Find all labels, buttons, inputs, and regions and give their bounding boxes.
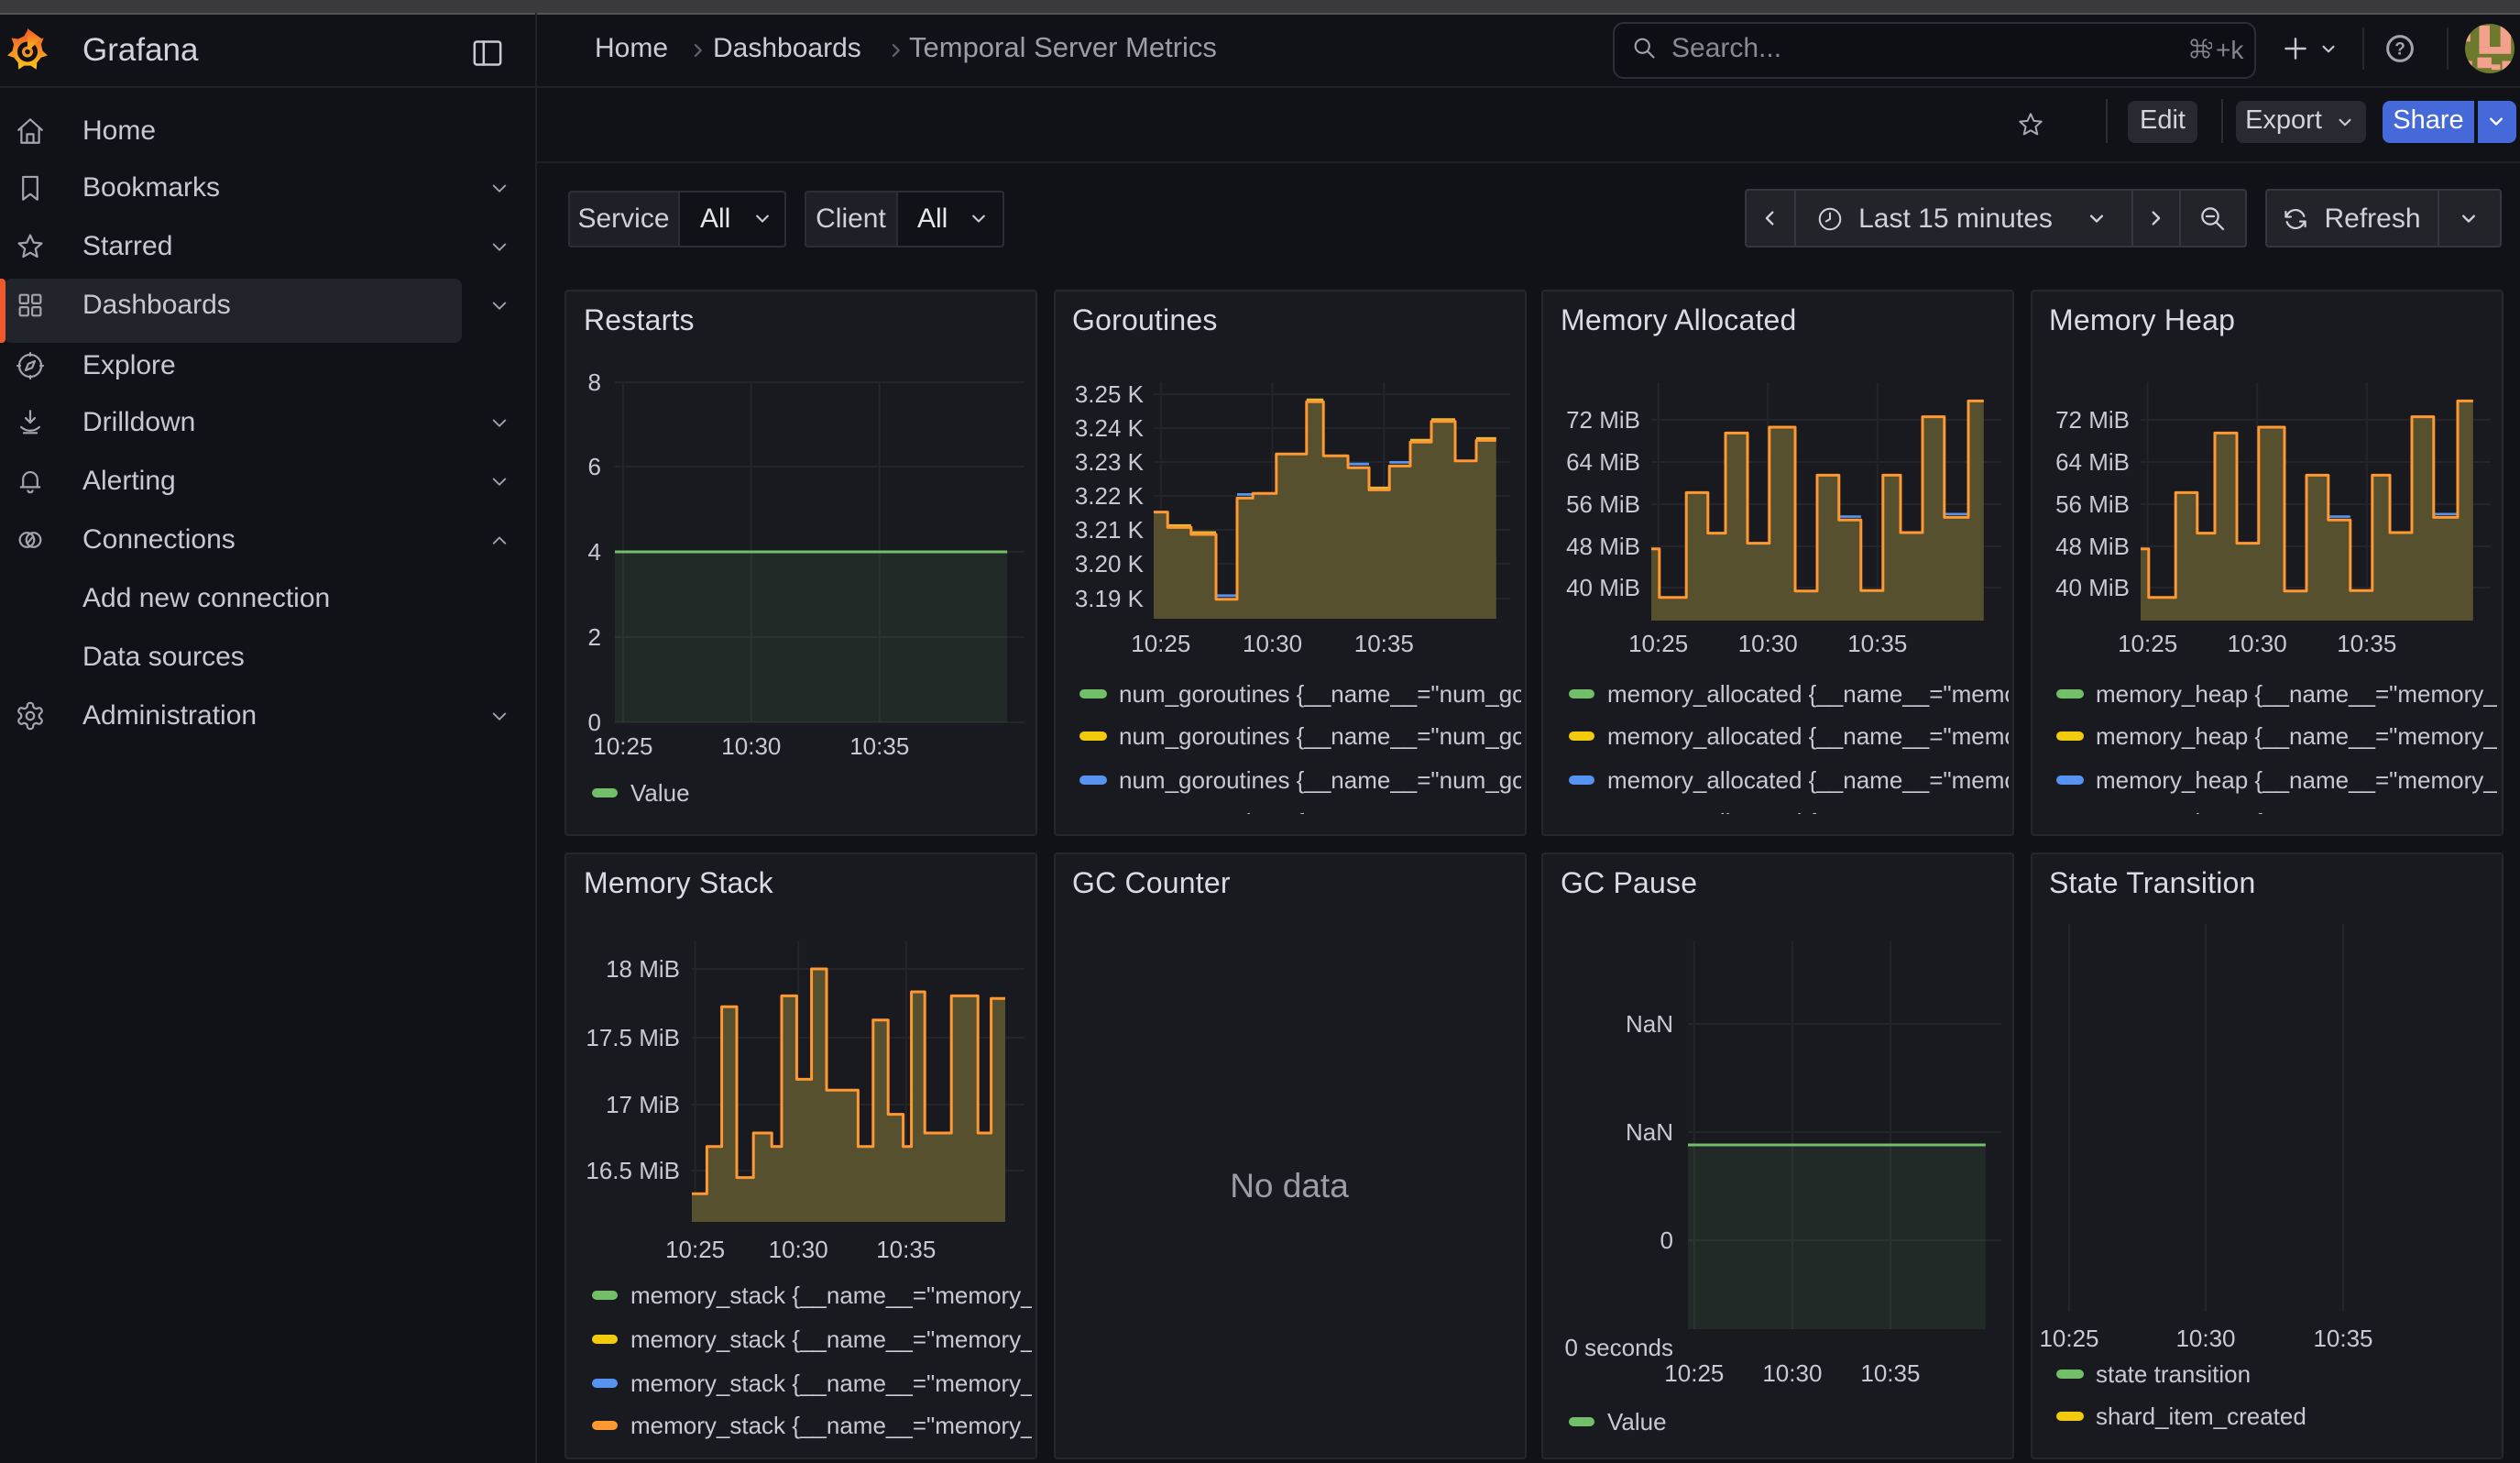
svg-text:3.19 K: 3.19 K	[1074, 585, 1144, 612]
svg-text:10:35: 10:35	[876, 1235, 936, 1262]
svg-text:8: 8	[588, 368, 601, 396]
svg-text:64 MiB: 64 MiB	[2054, 448, 2129, 476]
svg-text:10:35: 10:35	[1353, 630, 1413, 657]
svg-text:10:30: 10:30	[1762, 1358, 1822, 1386]
svg-text:48 MiB: 48 MiB	[1566, 533, 1640, 560]
svg-text:0 seconds: 0 seconds	[1564, 1333, 1673, 1360]
svg-text:10:35: 10:35	[1860, 1358, 1920, 1386]
svg-text:10:25: 10:25	[2038, 1324, 2098, 1351]
svg-text:10:25: 10:25	[1628, 630, 1688, 657]
svg-text:16.5 MiB: 16.5 MiB	[586, 1156, 680, 1183]
svg-text:3.22 K: 3.22 K	[1074, 482, 1144, 510]
svg-text:64 MiB: 64 MiB	[1566, 448, 1640, 476]
svg-text:56 MiB: 56 MiB	[1566, 490, 1640, 518]
svg-text:56 MiB: 56 MiB	[2054, 490, 2129, 518]
svg-text:10:30: 10:30	[1738, 630, 1798, 657]
svg-text:17.5 MiB: 17.5 MiB	[586, 1023, 680, 1050]
svg-text:3.24 K: 3.24 K	[1074, 414, 1144, 442]
svg-text:48 MiB: 48 MiB	[2054, 533, 2129, 560]
svg-text:10:30: 10:30	[2175, 1324, 2234, 1351]
svg-text:10:25: 10:25	[2117, 630, 2176, 657]
svg-text:10:30: 10:30	[769, 1235, 828, 1262]
svg-text:40 MiB: 40 MiB	[1566, 574, 1640, 601]
svg-text:10:25: 10:25	[665, 1235, 725, 1262]
svg-text:10:30: 10:30	[721, 732, 781, 760]
svg-text:10:25: 10:25	[1664, 1358, 1724, 1386]
svg-text:3.23 K: 3.23 K	[1074, 448, 1144, 476]
svg-text:72 MiB: 72 MiB	[2054, 406, 2129, 434]
svg-text:?: ?	[2394, 40, 2405, 60]
svg-text:10:25: 10:25	[593, 732, 652, 760]
svg-text:3.25 K: 3.25 K	[1074, 380, 1144, 408]
svg-text:10:35: 10:35	[1847, 630, 1907, 657]
svg-text:10:30: 10:30	[2227, 630, 2286, 657]
svg-text:72 MiB: 72 MiB	[1566, 406, 1640, 434]
svg-text:10:35: 10:35	[849, 732, 909, 760]
svg-text:10:25: 10:25	[1130, 630, 1189, 657]
svg-text:2: 2	[588, 623, 601, 651]
svg-text:17 MiB: 17 MiB	[606, 1090, 680, 1117]
svg-text:0: 0	[1660, 1226, 1673, 1253]
svg-text:10:30: 10:30	[1242, 630, 1301, 657]
svg-text:6: 6	[588, 453, 601, 480]
svg-text:10:35: 10:35	[2312, 1324, 2372, 1351]
svg-text:3.20 K: 3.20 K	[1074, 550, 1144, 578]
svg-text:10:35: 10:35	[2336, 630, 2395, 657]
svg-text:18 MiB: 18 MiB	[606, 954, 680, 982]
svg-text:4: 4	[588, 538, 601, 566]
svg-text:40 MiB: 40 MiB	[2054, 574, 2129, 601]
svg-text:NaN: NaN	[1626, 1117, 1673, 1145]
svg-text:3.21 K: 3.21 K	[1074, 516, 1144, 544]
svg-text:NaN: NaN	[1626, 1009, 1673, 1037]
